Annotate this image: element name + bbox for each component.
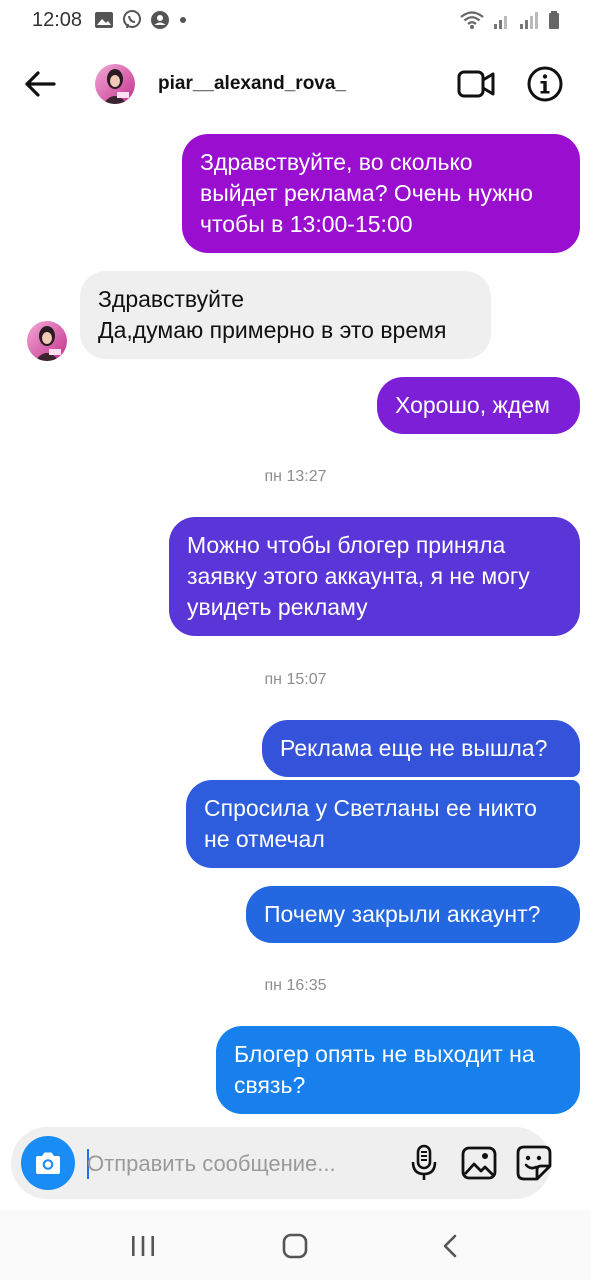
back-arrow-icon[interactable] bbox=[20, 64, 60, 104]
info-icon[interactable] bbox=[525, 64, 565, 104]
gallery-icon[interactable] bbox=[459, 1143, 499, 1183]
status-time: 12:08 bbox=[32, 9, 83, 31]
status-icons-left bbox=[94, 10, 188, 30]
outgoing-message[interactable]: Спросила у Светланы ее никто не отмечал bbox=[186, 780, 580, 868]
nav-back-icon[interactable] bbox=[438, 1232, 462, 1260]
account-circle-icon bbox=[151, 11, 169, 29]
signal-icon bbox=[494, 16, 507, 29]
status-bar: 12:08 bbox=[0, 0, 591, 42]
camera-icon bbox=[36, 1152, 60, 1174]
outgoing-message[interactable]: Почему закрыли аккаунт? bbox=[246, 886, 580, 943]
dot-icon bbox=[180, 17, 186, 23]
microphone-icon[interactable] bbox=[406, 1143, 442, 1183]
outgoing-message[interactable]: Блогер опять не выходит на связь? bbox=[216, 1026, 580, 1114]
camera-button[interactable] bbox=[21, 1136, 75, 1190]
outgoing-message[interactable]: Можно чтобы блогер приняла заявку этого … bbox=[169, 517, 580, 636]
message-timestamp: пн 13:27 bbox=[264, 468, 327, 485]
sticker-icon[interactable] bbox=[514, 1143, 554, 1183]
recent-apps-icon[interactable] bbox=[128, 1232, 158, 1260]
viber-icon bbox=[123, 10, 141, 29]
home-icon[interactable] bbox=[281, 1232, 309, 1260]
sender-avatar[interactable] bbox=[27, 321, 67, 361]
signal-r-icon bbox=[520, 12, 538, 29]
video-call-icon[interactable] bbox=[456, 66, 496, 102]
outgoing-message[interactable]: Здравствуйте, во сколько выйдет реклама?… bbox=[182, 134, 580, 253]
chat-username[interactable]: piar__alexand_rova_ bbox=[158, 73, 346, 95]
message-timestamp: пн 15:07 bbox=[264, 671, 327, 688]
message-input[interactable] bbox=[85, 1145, 389, 1183]
avatar[interactable] bbox=[95, 64, 135, 104]
outgoing-message[interactable]: Реклама еще не вышла? bbox=[262, 720, 580, 777]
chat-header: piar__alexand_rova_ bbox=[0, 52, 591, 116]
wifi-icon bbox=[460, 11, 484, 29]
outgoing-message[interactable]: Хорошо, ждем bbox=[377, 377, 580, 434]
incoming-message[interactable]: Здравствуйте Да,думаю примерно в это вре… bbox=[80, 271, 491, 359]
message-timestamp: пн 16:35 bbox=[264, 977, 327, 994]
image-icon bbox=[95, 12, 113, 28]
system-nav-bar bbox=[0, 1210, 591, 1280]
battery-icon bbox=[549, 11, 559, 29]
message-composer bbox=[11, 1127, 554, 1199]
status-icons-right bbox=[459, 10, 561, 30]
